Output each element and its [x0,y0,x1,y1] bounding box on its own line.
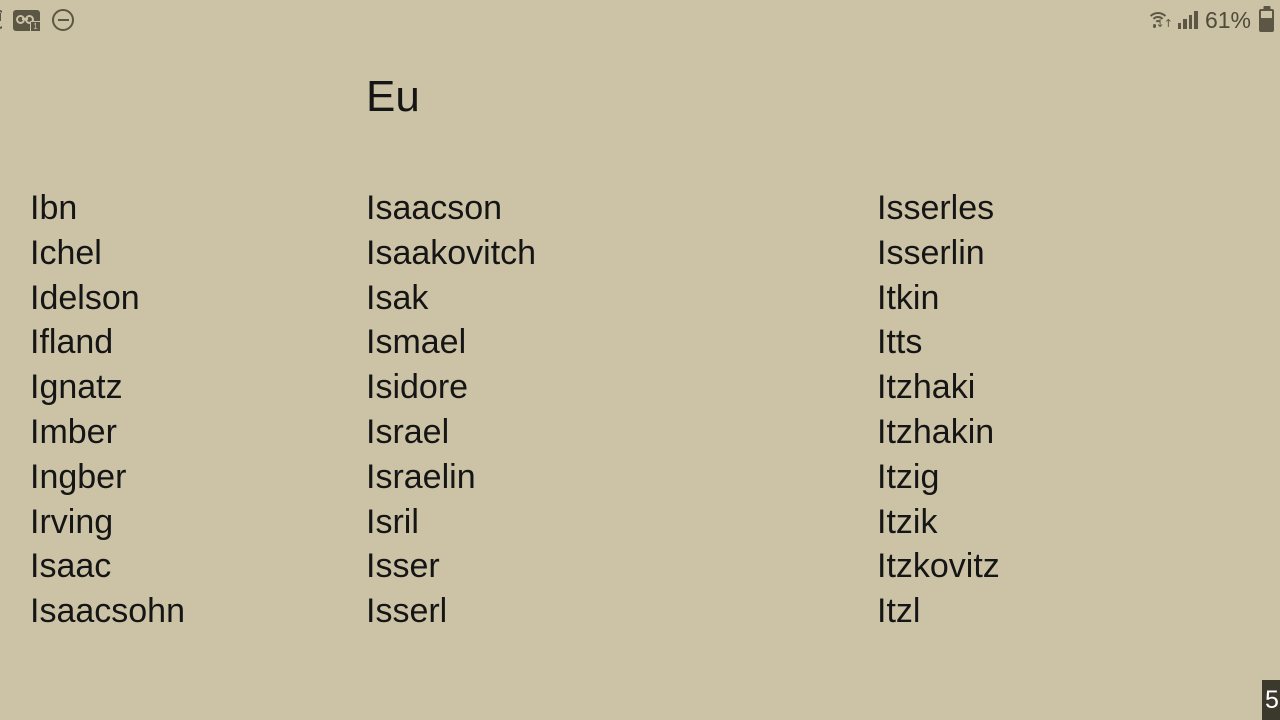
wifi-icon: ↓↑ [1145,9,1173,31]
list-item[interactable]: Isaac [30,544,366,589]
list-item[interactable]: Isidore [366,365,877,410]
signal-bar-1 [1177,23,1182,29]
list-item[interactable]: Isser [366,544,877,589]
list-item[interactable]: Itzik [877,500,1257,545]
list-item[interactable]: Isak [366,276,877,321]
voicemail-icon: 1 [13,9,41,32]
do-not-disturb-icon [52,9,74,31]
signal-bar-2 [1183,19,1187,29]
list-item[interactable]: Isaacson [366,186,877,231]
page-title: Eu [366,72,420,121]
list-item[interactable]: Ignatz [30,365,366,410]
list-item[interactable]: Itzhakin [877,410,1257,455]
signal-bar-4 [1194,11,1198,29]
list-item[interactable]: Itts [877,320,1257,365]
list-item[interactable]: Imber [30,410,366,455]
list-item[interactable]: Ifland [30,320,366,365]
cellular-signal-icon [1177,11,1198,29]
wifi-transfer-arrows-icon: ↓↑ [1155,17,1173,30]
status-bar-left-icons: 1 [0,0,74,40]
list-item[interactable]: Ismael [366,320,877,365]
list-item[interactable]: Ibn [30,186,366,231]
voicemail-count-badge: 1 [30,20,41,32]
battery-percentage-label: 61% [1204,6,1251,33]
page-number-badge[interactable]: 5 [1262,680,1280,720]
name-column-2: Isaacson Isaakovitch Isak Ismael Isidore… [366,186,877,634]
list-item[interactable]: Itzkovitz [877,544,1257,589]
list-item[interactable]: Itzl [877,589,1257,634]
clipped-circle-icon [0,7,2,33]
name-column-3: Isserles Isserlin Itkin Itts Itzhaki Itz… [877,186,1257,634]
status-bar: 1 ↓↑ 61% [0,0,1280,40]
list-item[interactable]: Isaacsohn [30,589,366,634]
list-item[interactable]: Isserlin [877,231,1257,276]
list-item[interactable]: Itkin [877,276,1257,321]
list-item[interactable]: Itzhaki [877,365,1257,410]
list-item[interactable]: Ingber [30,455,366,500]
battery-fill [1261,17,1272,30]
status-bar-right-icons: ↓↑ 61% [1145,0,1274,40]
list-item[interactable]: Idelson [30,276,366,321]
list-item[interactable]: Isserl [366,589,877,634]
signal-bar-3 [1188,15,1193,29]
list-item[interactable]: Israelin [366,455,877,500]
list-item[interactable]: Irving [30,500,366,545]
name-list: Ibn Ichel Idelson Ifland Ignatz Imber In… [0,186,1280,634]
voicemail-tape-bar [22,17,28,20]
list-item[interactable]: Israel [366,410,877,455]
list-item[interactable]: Isril [366,500,877,545]
list-item[interactable]: Itzig [877,455,1257,500]
battery-icon [1259,8,1274,32]
name-column-1: Ibn Ichel Idelson Ifland Ignatz Imber In… [30,186,366,634]
list-item[interactable]: Isaakovitch [366,231,877,276]
list-item[interactable]: Ichel [30,231,366,276]
list-item[interactable]: Isserles [877,186,1257,231]
